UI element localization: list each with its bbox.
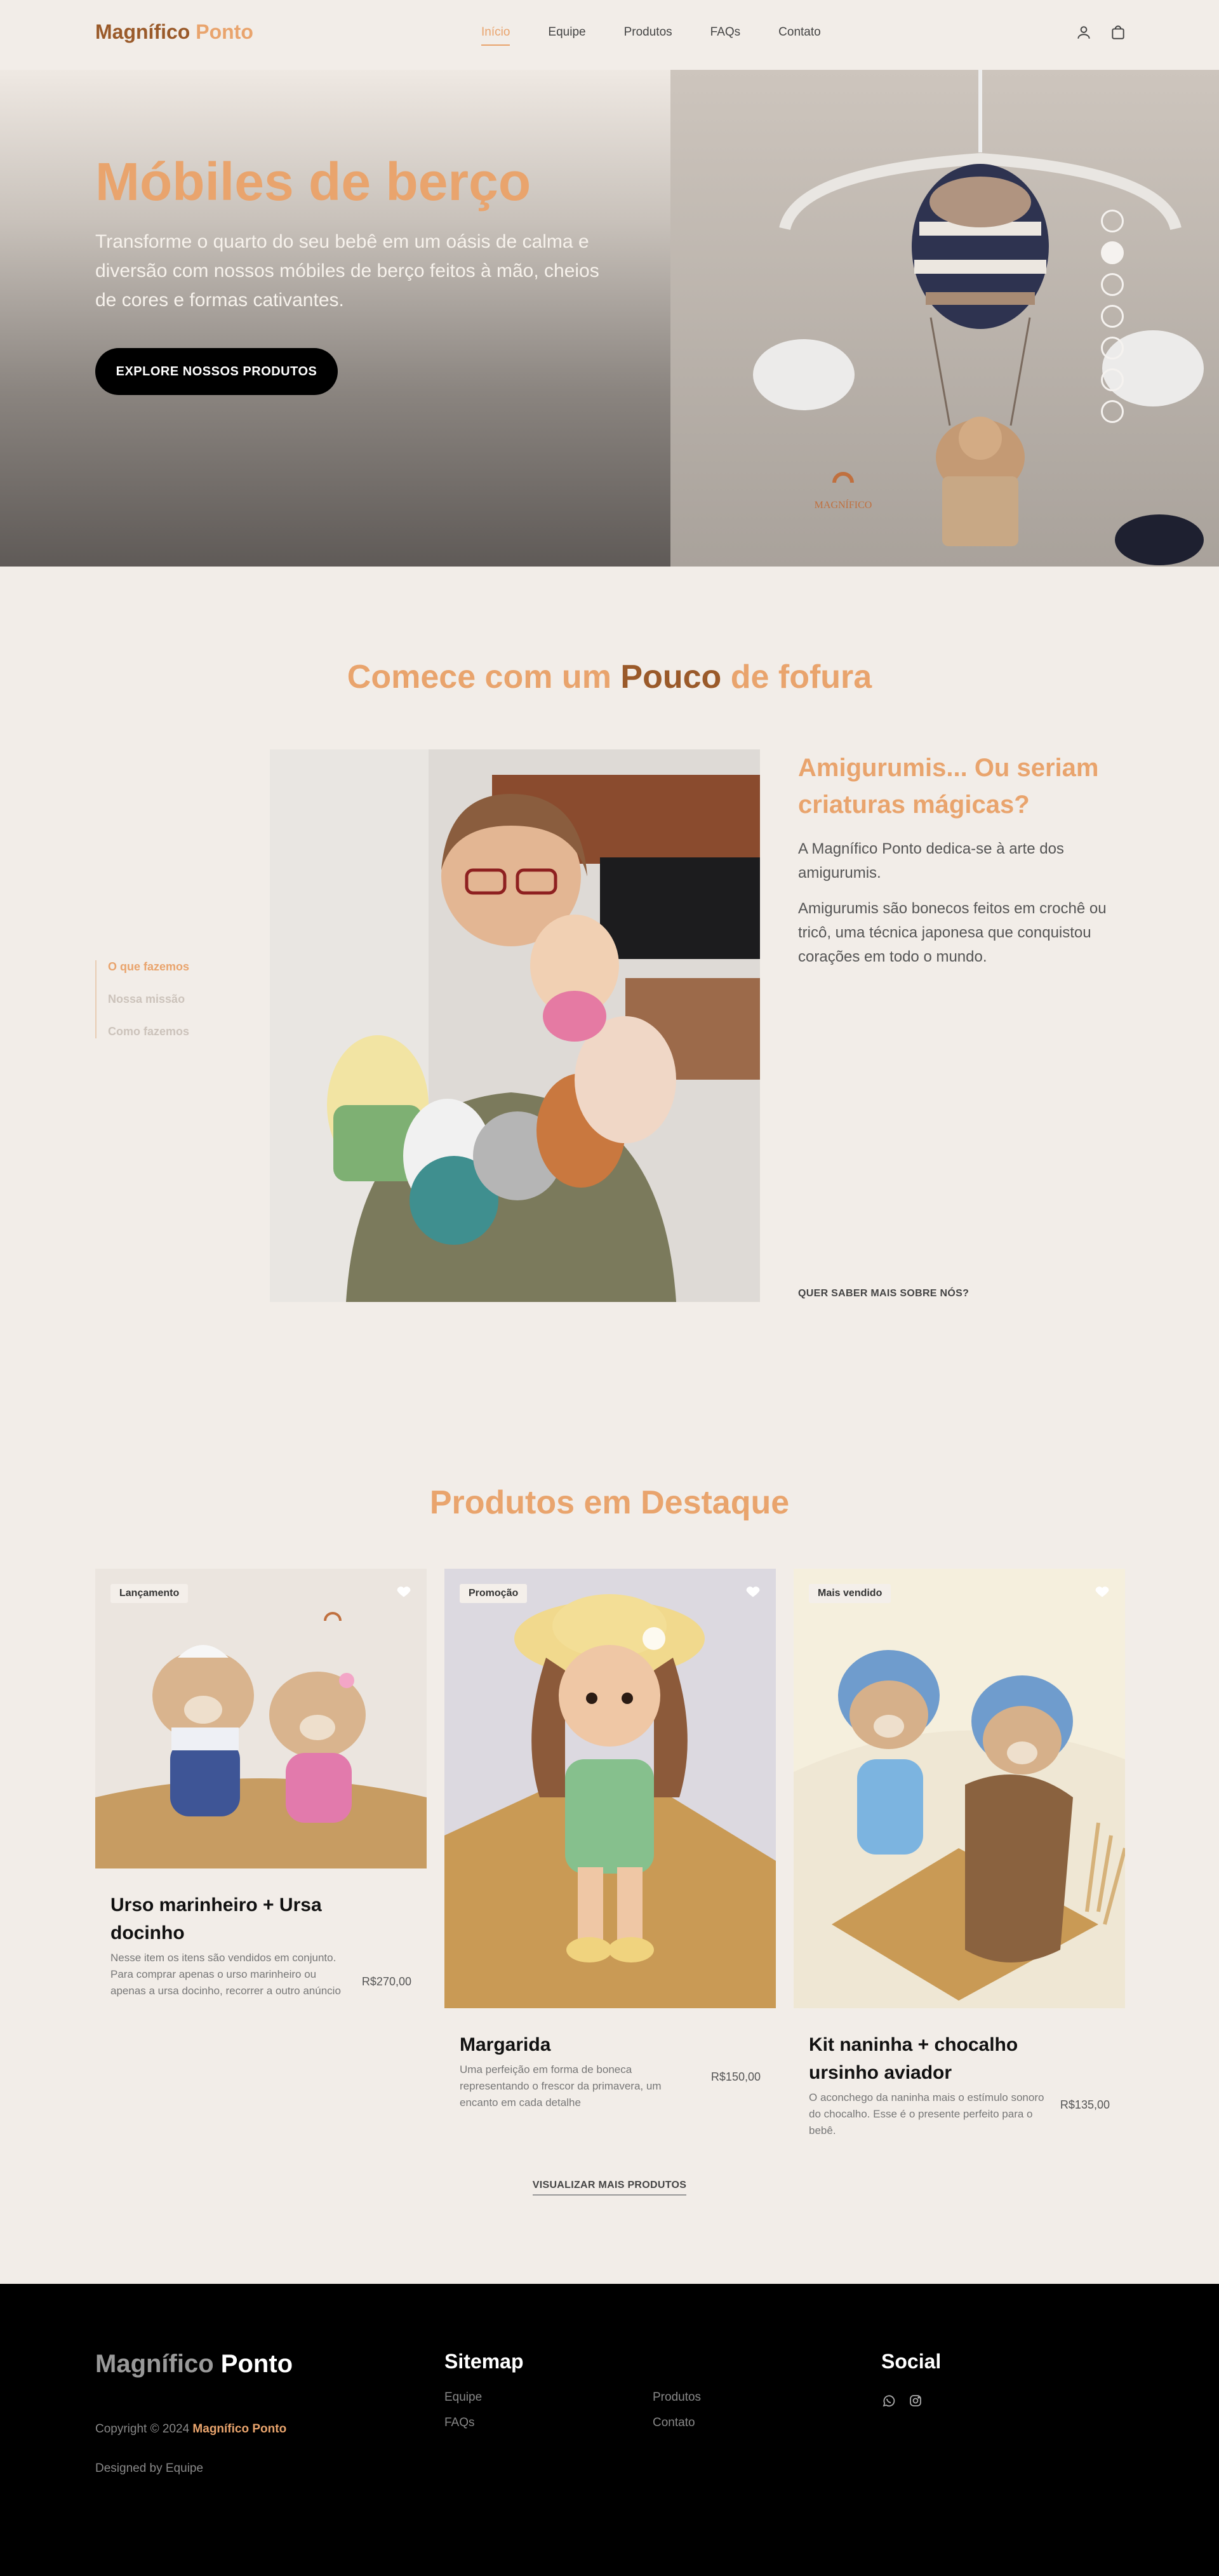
carousel-dots: [1101, 210, 1124, 423]
side-nav-como-fazemos[interactable]: Como fazemos: [108, 1025, 189, 1038]
view-more-products: VISUALIZAR MAIS PRODUTOS: [0, 2180, 1219, 2196]
header-icons: [1076, 24, 1126, 44]
view-more-products-link[interactable]: VISUALIZAR MAIS PRODUTOS: [532, 2180, 687, 2196]
logo-part2: Ponto: [196, 20, 253, 43]
about-photo: [270, 749, 760, 1302]
product-description: Nesse item os itens são vendidos em conj…: [110, 1952, 341, 1997]
product-description: O aconchego da naninha mais o estímulo s…: [809, 2091, 1044, 2137]
carousel-dot[interactable]: [1101, 400, 1124, 423]
about-side-nav: O que fazemos Nossa missão Como fazemos: [95, 960, 189, 1038]
product-card[interactable]: Promoção Margarida Uma perfeição em form…: [444, 1569, 776, 2128]
product-image[interactable]: Mais vendido: [794, 1569, 1125, 2008]
product-price: R$150,00: [710, 2070, 761, 2083]
site-footer: Magnífico Ponto Copyright © 2024 Magnífi…: [0, 2284, 1219, 2576]
footer-logo-part1: Magnífico: [95, 2350, 214, 2378]
about-heading: Amigurumis... Ou seriam criaturas mágica…: [798, 754, 1099, 819]
page: Magnífico Ponto Início Equipe Produtos F…: [0, 0, 1219, 2576]
product-description: Uma perfeição em forma de boneca represe…: [460, 2063, 662, 2109]
hero-mobile-photo: MAGNÍFICO: [670, 70, 1219, 567]
footer-copyright: Copyright © 2024 Magnífico Ponto: [95, 2422, 286, 2436]
product-badge: Mais vendido: [809, 1584, 891, 1603]
sitemap-link-contato[interactable]: Contato: [653, 2416, 695, 2430]
hero-photo-brand: MAGNÍFICO: [815, 499, 872, 511]
instagram-icon[interactable]: [908, 2393, 923, 2412]
product-price: R$135,00: [1060, 2098, 1110, 2111]
copyright-brand[interactable]: Magnífico Ponto: [192, 2422, 286, 2436]
social-title: Social: [881, 2350, 942, 2373]
nav-produtos[interactable]: Produtos: [624, 25, 672, 46]
about-paragraph-2: Amigurumis são bonecos feitos em crochê …: [798, 900, 1107, 965]
sitemap-link-produtos[interactable]: Produtos: [653, 2391, 701, 2405]
site-header: Magnífico Ponto Início Equipe Produtos F…: [0, 0, 1219, 70]
product-image[interactable]: Promoção: [444, 1569, 776, 2008]
logo-part1: Magnífico: [95, 20, 190, 43]
nav-faqs[interactable]: FAQs: [710, 25, 741, 46]
copyright-text: Copyright © 2024: [95, 2422, 190, 2436]
main-nav: Início Equipe Produtos FAQs Contato: [481, 25, 821, 46]
carousel-dot-active[interactable]: [1101, 241, 1124, 264]
product-price: R$270,00: [361, 1975, 411, 1988]
sitemap-link-faqs[interactable]: FAQs: [444, 2416, 475, 2430]
hero-title: Móbiles de berço: [95, 152, 531, 211]
footer-logo[interactable]: Magnífico Ponto: [95, 2350, 293, 2378]
social-icons: [881, 2393, 923, 2412]
product-photo-bears: [95, 1569, 427, 1868]
footer-logo-part2: Ponto: [220, 2350, 293, 2378]
sitemap-link-equipe[interactable]: Equipe: [444, 2391, 482, 2405]
whatsapp-icon[interactable]: [881, 2393, 896, 2412]
nav-inicio[interactable]: Início: [481, 25, 510, 46]
product-badge: Promoção: [460, 1584, 528, 1603]
product-badge: Lançamento: [110, 1584, 189, 1603]
heart-icon[interactable]: [744, 1581, 762, 1602]
carousel-dot[interactable]: [1101, 305, 1124, 328]
about-title-part1: Comece com um: [347, 659, 611, 695]
carousel-dot[interactable]: [1101, 273, 1124, 296]
user-icon[interactable]: [1076, 24, 1092, 44]
hero-text: Transforme o quarto do seu bebê em um oá…: [95, 231, 599, 311]
about-more-link[interactable]: QUER SABER MAIS SOBRE NÓS?: [798, 1288, 969, 1299]
sitemap-title: Sitemap: [444, 2350, 524, 2373]
carousel-dot[interactable]: [1101, 337, 1124, 359]
about-paragraph-1: A Magnífico Ponto dedica-se à arte dos a…: [798, 840, 1064, 882]
side-nav-o-que-fazemos[interactable]: O que fazemos: [108, 960, 189, 974]
nav-contato[interactable]: Contato: [778, 25, 821, 46]
nav-equipe[interactable]: Equipe: [548, 25, 585, 46]
product-card[interactable]: Lançamento Urso marinheiro + Ursa docinh…: [95, 1569, 427, 2026]
product-name[interactable]: Margarida: [460, 2031, 701, 2059]
product-image[interactable]: Lançamento: [95, 1569, 427, 1868]
product-photo-doll: [444, 1569, 776, 2008]
hero-section: Móbiles de berço Transforme o quarto do …: [0, 70, 1219, 567]
product-name[interactable]: Kit naninha + chocalho ursinho aviador: [809, 2031, 1050, 2087]
product-card[interactable]: Mais vendido Kit naninha + chocalho ursi…: [794, 1569, 1125, 2153]
shopping-bag-icon[interactable]: [1110, 24, 1126, 44]
about-title: Comece com um Pouco de fofura: [0, 658, 1219, 696]
product-name[interactable]: Urso marinheiro + Ursa docinho: [110, 1891, 352, 1947]
logo[interactable]: Magnífico Ponto: [95, 20, 253, 44]
heart-icon[interactable]: [1093, 1581, 1111, 1602]
carousel-dot[interactable]: [1101, 368, 1124, 391]
about-title-part2: Pouco: [620, 659, 722, 695]
product-photo-aviator-bears: [794, 1569, 1125, 2008]
about-title-part3: de fofura: [730, 659, 872, 695]
footer-designed-by: Designed by Equipe: [95, 2462, 204, 2475]
side-nav-nossa-missao[interactable]: Nossa missão: [108, 993, 189, 1006]
heart-icon[interactable]: [395, 1581, 413, 1602]
explore-products-button[interactable]: EXPLORE NOSSOS PRODUTOS: [95, 348, 338, 395]
carousel-dot[interactable]: [1101, 210, 1124, 232]
products-title: Produtos em Destaque: [429, 1484, 790, 1521]
